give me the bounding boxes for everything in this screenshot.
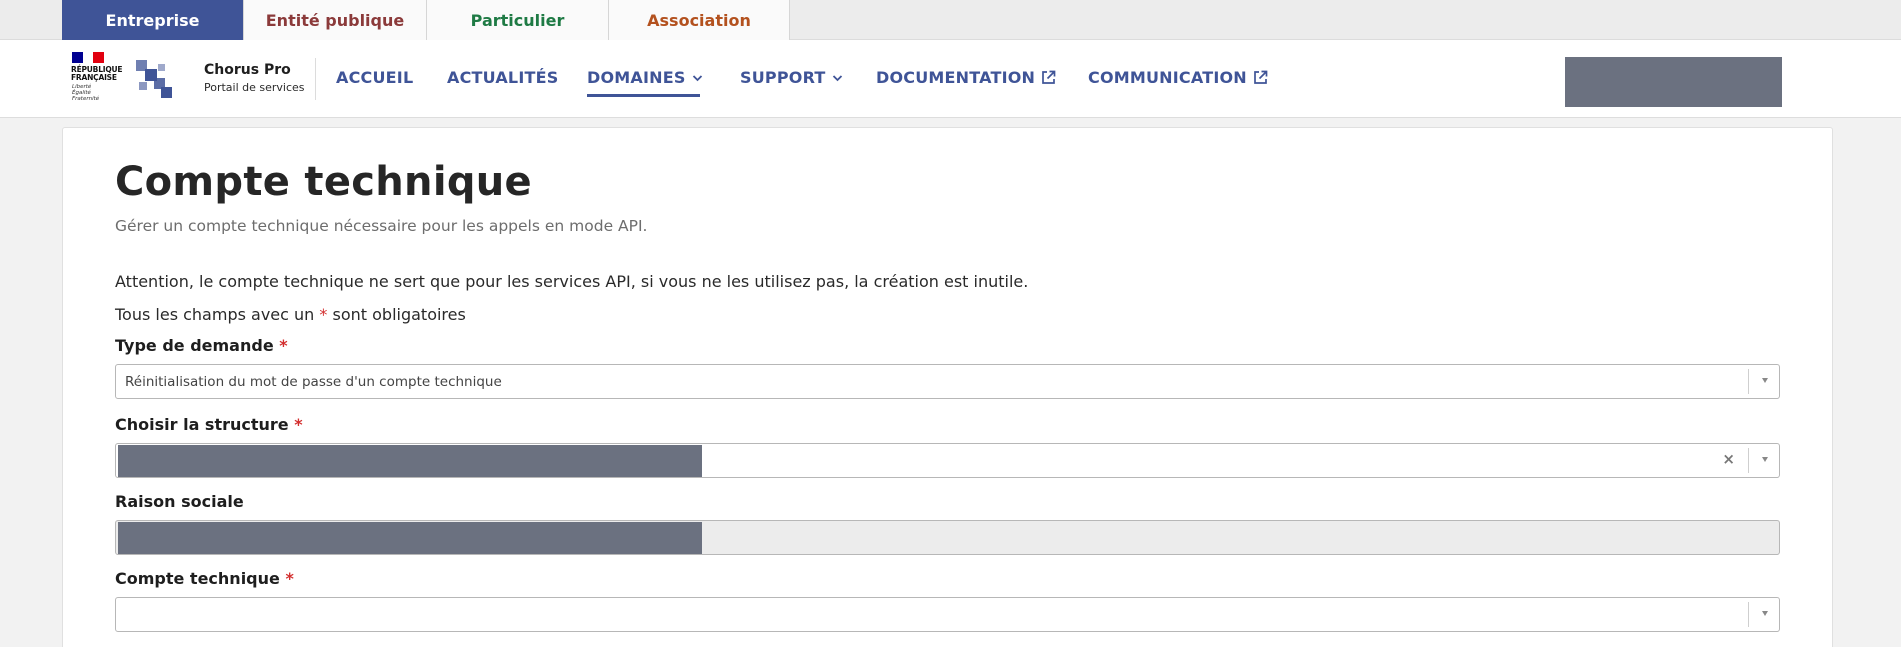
required-star: *	[285, 569, 294, 588]
republique-francaise-logo[interactable]: RÉPUBLIQUE FRANÇAISE Liberté Égalité Fra…	[70, 50, 128, 108]
republique-motto: Liberté Égalité Fraternité	[72, 84, 99, 102]
republique-line-2: FRANÇAISE	[71, 73, 117, 82]
required-star: *	[319, 305, 328, 324]
tab-entreprise[interactable]: Entreprise	[62, 0, 244, 48]
chevron-down-icon	[832, 74, 842, 81]
compte-technique-label-text: Compte technique	[115, 569, 280, 588]
nav-documentation[interactable]: DOCUMENTATION	[876, 68, 1056, 87]
api-notice: Attention, le compte technique ne sert q…	[115, 272, 1029, 291]
chevron-down-icon	[692, 74, 702, 81]
select-divider	[1748, 602, 1749, 627]
redacted-user-area[interactable]	[1565, 57, 1782, 107]
tab-association[interactable]: Association	[609, 0, 790, 40]
tab-particulier-label: Particulier	[470, 10, 565, 30]
type-demande-label: Type de demande *	[115, 336, 288, 355]
type-demande-value: Réinitialisation du mot de passe d'un co…	[125, 373, 502, 390]
type-demande-select[interactable]: Réinitialisation du mot de passe d'un co…	[115, 364, 1780, 399]
republique-text: RÉPUBLIQUE FRANÇAISE	[71, 66, 123, 82]
redacted-structure-value	[118, 445, 702, 477]
required-note-suffix: sont obligatoires	[332, 305, 466, 324]
tab-association-label: Association	[647, 10, 751, 30]
chorus-pro-logo-icon[interactable]	[136, 60, 172, 100]
raison-sociale-label: Raison sociale	[115, 492, 244, 511]
nav-communication-label: COMMUNICATION	[1088, 68, 1247, 87]
type-demande-label-text: Type de demande	[115, 336, 274, 355]
clear-icon[interactable]: ×	[1722, 450, 1735, 468]
page-subtitle: Gérer un compte technique nécessaire pou…	[115, 217, 648, 235]
required-star: *	[294, 415, 303, 434]
dropdown-arrow-icon[interactable]	[1762, 457, 1768, 462]
tab-entite-publique-label: Entité publique	[265, 10, 405, 30]
dropdown-arrow-icon[interactable]	[1762, 378, 1768, 383]
nav-actualites-label: ACTUALITÉS	[447, 68, 559, 87]
nav-documentation-label: DOCUMENTATION	[876, 68, 1036, 87]
brand-subtitle: Portail de services	[204, 81, 305, 94]
external-link-icon	[1254, 70, 1268, 84]
tab-entite-publique[interactable]: Entité publique	[244, 0, 427, 40]
motto-fraternite: Fraternité	[72, 96, 100, 102]
nav-domaines[interactable]: DOMAINES	[587, 68, 703, 87]
redacted-raison-sociale-value	[118, 522, 702, 554]
nav-domaines-label: DOMAINES	[587, 68, 686, 87]
page-title: Compte technique	[115, 159, 532, 205]
required-note-prefix: Tous les champs avec un	[115, 305, 315, 324]
tab-particulier[interactable]: Particulier	[427, 0, 609, 40]
nav-support[interactable]: SUPPORT	[740, 68, 843, 87]
nav-accueil-label: ACCUEIL	[336, 68, 414, 87]
compte-technique-label: Compte technique *	[115, 569, 294, 588]
nav-communication[interactable]: COMMUNICATION	[1088, 68, 1268, 87]
nav-active-indicator	[587, 94, 700, 97]
audience-bar: Entreprise Entité publique Particulier A…	[0, 0, 1901, 48]
compte-technique-select[interactable]	[115, 597, 1780, 632]
french-flag-icon	[72, 52, 105, 63]
brand-title[interactable]: Chorus Pro	[204, 62, 291, 78]
structure-label-text: Choisir la structure	[115, 415, 289, 434]
raison-sociale-label-text: Raison sociale	[115, 492, 244, 511]
dropdown-arrow-icon[interactable]	[1762, 611, 1768, 616]
select-divider	[1748, 369, 1749, 394]
site-header: RÉPUBLIQUE FRANÇAISE Liberté Égalité Fra…	[0, 40, 1901, 118]
select-divider	[1748, 448, 1749, 473]
tab-entreprise-label: Entreprise	[105, 10, 200, 30]
required-star: *	[279, 336, 288, 355]
required-fields-note: Tous les champs avec un * sont obligatoi…	[115, 305, 466, 324]
header-divider	[315, 58, 316, 100]
structure-label: Choisir la structure *	[115, 415, 303, 434]
nav-actualites[interactable]: ACTUALITÉS	[447, 68, 558, 87]
external-link-icon	[1042, 70, 1056, 84]
raison-sociale-field	[115, 520, 1780, 555]
nav-accueil[interactable]: ACCUEIL	[336, 68, 413, 87]
nav-support-label: SUPPORT	[740, 68, 826, 87]
structure-select[interactable]: ×	[115, 443, 1780, 478]
